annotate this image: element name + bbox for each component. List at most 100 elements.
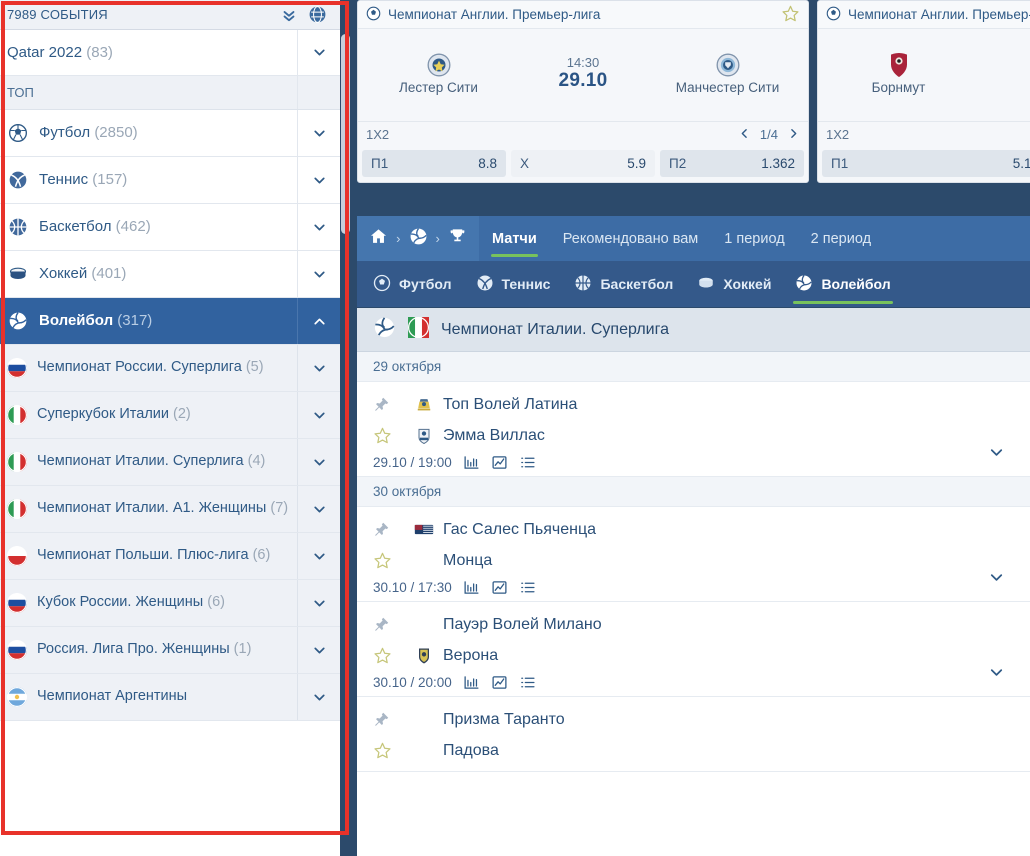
nav-sport-volleyball[interactable]: Волейбол [783, 261, 902, 307]
odd-button-p1[interactable]: П1 5.1 [822, 150, 1030, 177]
trend-chart-icon[interactable] [491, 579, 508, 596]
sidebar-league-poland-plusliga[interactable]: Чемпионат Польши. Плюс-лига (6) [0, 533, 340, 580]
sidebar-item-qatar-2022[interactable]: Qatar 2022 (83) [0, 30, 340, 76]
nav-sport-tennis[interactable]: Теннис [464, 261, 563, 307]
stats-bar-icon[interactable] [463, 579, 480, 596]
stats-bar-icon[interactable] [463, 674, 480, 691]
nav-sport-football[interactable]: Футбол [361, 261, 464, 307]
match-row[interactable]: Призма Таранто Падова [357, 697, 1030, 772]
sidebar-qatar-count: (83) [86, 43, 113, 61]
chevron-down-icon[interactable] [297, 533, 340, 579]
sidebar-item-tennis[interactable]: Теннис (157) [0, 157, 340, 204]
sidebar-item-hockey[interactable]: Хоккей (401) [0, 251, 340, 298]
star-outline-icon[interactable] [373, 551, 407, 570]
chevron-up-icon[interactable] [297, 298, 340, 344]
match-datetime: 29.10 / 19:00 [373, 455, 452, 470]
match-row[interactable]: Пауэр Волей Милано Верона 30.10 / 20:00 [357, 602, 1030, 697]
sidebar-item-volleyball[interactable]: Волейбол (317) [0, 298, 340, 345]
chevron-down-icon[interactable] [297, 345, 340, 391]
argentina-flag [7, 687, 27, 707]
sidebar-league-italy-a1-women[interactable]: Чемпионат Италии. A1. Женщины (7) [0, 486, 340, 533]
tab-recommended[interactable]: Рекомендовано вам [550, 216, 712, 261]
volleyball-icon [373, 316, 396, 344]
sidebar-league-russia-superliga[interactable]: Чемпионат России. Суперлига (5) [0, 345, 340, 392]
navigation: › › Матчи Рекомендовано вам 1 период 2 п… [357, 216, 1030, 307]
chevron-down-icon[interactable] [297, 204, 340, 250]
list-icon[interactable] [519, 579, 536, 596]
sidebar-item-basketball[interactable]: Баскетбол (462) [0, 204, 340, 251]
match-home-row: Пауэр Волей Милано [373, 609, 1014, 640]
market-label: 1X2 [826, 127, 850, 142]
match-card-datetime: 14:30 29.10 [513, 55, 653, 92]
nav-sport-hockey[interactable]: Хоккей [685, 261, 783, 307]
nav-sport-basketball[interactable]: Баскетбол [562, 261, 685, 307]
list-icon[interactable] [519, 674, 536, 691]
odd-button-p1[interactable]: П1 8.8 [362, 150, 506, 177]
chevron-down-icon[interactable] [987, 443, 1006, 467]
list-icon[interactable] [519, 454, 536, 471]
star-outline-icon[interactable] [373, 741, 407, 760]
chevron-down-icon[interactable] [987, 663, 1006, 687]
pin-icon[interactable] [373, 521, 407, 538]
match-card-header: Чемпионат Англии. Премьер-лига [818, 1, 1030, 29]
match-card[interactable]: Чемпионат Англии. Премьер-лига Борнмут [817, 0, 1030, 183]
stats-bar-icon[interactable] [463, 454, 480, 471]
sidebar-item-football[interactable]: Футбол (2850) [0, 110, 340, 157]
volleyball-icon[interactable] [409, 227, 428, 251]
tab-period-1[interactable]: 1 период [711, 216, 797, 261]
star-outline-icon[interactable] [373, 646, 407, 665]
match-datetime: 30.10 / 20:00 [373, 675, 452, 690]
odd-label: П2 [669, 156, 687, 171]
sidebar-league-italy-supercup[interactable]: Суперкубок Италии (2) [0, 392, 340, 439]
chevron-down-icon[interactable] [297, 439, 340, 485]
match-home-row: Гас Салес Пьяченца [373, 514, 1014, 545]
chevron-down-icon[interactable] [297, 486, 340, 532]
star-outline-icon[interactable] [781, 4, 800, 26]
away-team-name: Эмма Виллас [443, 426, 545, 444]
star-outline-icon[interactable] [373, 426, 407, 445]
odd-button-p2[interactable]: П2 1.362 [660, 150, 804, 177]
match-datetime: 30.10 / 17:30 [373, 580, 452, 595]
league-header[interactable]: Чемпионат Италии. Суперлига [357, 308, 1030, 352]
sidebar-scrollbar-thumb[interactable] [341, 34, 350, 234]
sidebar-league-russia-cup-women[interactable]: Кубок России. Женщины (6) [0, 580, 340, 627]
pin-icon[interactable] [373, 616, 407, 633]
tab-period-2[interactable]: 2 период [798, 216, 884, 261]
italy-flag [7, 499, 27, 519]
match-card[interactable]: Чемпионат Англии. Премьер-лига Лестер Си… [357, 0, 809, 183]
pin-icon[interactable] [373, 396, 407, 413]
globe-icon[interactable] [302, 5, 332, 24]
odd-button-x[interactable]: X 5.9 [511, 150, 655, 177]
home-icon[interactable] [369, 227, 388, 251]
market-label: 1X2 [366, 127, 390, 142]
italy-flag [7, 405, 27, 425]
chevron-down-icon[interactable] [297, 157, 340, 203]
market-pager: 1/4 [738, 127, 800, 143]
chevron-left-icon[interactable] [738, 127, 751, 143]
tennis-icon [7, 169, 29, 191]
chevron-down-icon[interactable] [987, 568, 1006, 592]
sidebar-league-russia-ligapro-women[interactable]: Россия. Лига Про. Женщины (1) [0, 627, 340, 674]
sidebar-league-argentina[interactable]: Чемпионат Аргентины [0, 674, 340, 721]
league-header-name: Чемпионат Италии. Суперлига [441, 320, 669, 338]
chevron-down-icon[interactable] [297, 627, 340, 673]
match-row[interactable]: Топ Волей Латина Эмма Виллас 29.10 / 19:… [357, 382, 1030, 477]
tab-matches[interactable]: Матчи [479, 216, 550, 261]
date-group-header: 29 октября [357, 352, 1030, 382]
chevron-down-icon[interactable] [297, 251, 340, 297]
chevron-down-icon[interactable] [297, 30, 340, 75]
trend-chart-icon[interactable] [491, 454, 508, 471]
sidebar-league-italy-superliga[interactable]: Чемпионат Италии. Суперлига (4) [0, 439, 340, 486]
chevron-right-icon[interactable] [787, 127, 800, 143]
pin-icon[interactable] [373, 711, 407, 728]
chevron-down-icon[interactable] [297, 580, 340, 626]
double-chevron-down-icon[interactable] [276, 6, 302, 24]
trend-chart-icon[interactable] [491, 674, 508, 691]
chevron-down-icon[interactable] [297, 392, 340, 438]
trophy-icon[interactable] [448, 227, 467, 251]
chevron-down-icon[interactable] [297, 110, 340, 156]
match-card-odds: П1 5.1 X [818, 147, 1030, 182]
volleyball-icon [795, 274, 813, 295]
match-row[interactable]: Гас Салес Пьяченца Монца 30.10 / 17:30 [357, 507, 1030, 602]
chevron-down-icon[interactable] [297, 674, 340, 720]
